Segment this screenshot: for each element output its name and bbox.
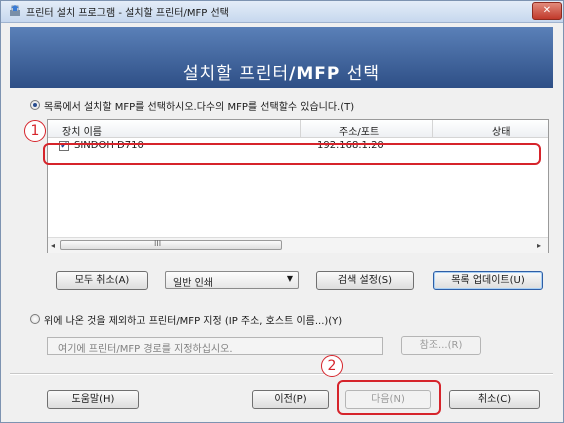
highlight-box-next-button	[337, 380, 441, 415]
printer-path-field[interactable]: 여기에 프린터/MFP 경로를 지정하십시오.	[47, 337, 383, 355]
select-from-list-label: 목록에서 설치할 MFP를 선택하시오.다수의 MFP를 선택할수 있습니다.(…	[44, 102, 355, 113]
printer-path-placeholder: 여기에 프린터/MFP 경로를 지정하십시오.	[58, 344, 233, 355]
page-title-bold: /MFP	[289, 64, 341, 84]
manual-printer-label: 위에 나온 것을 제외하고 프린터/MFP 지정 (IP 주소, 호스트 이름.…	[44, 316, 343, 327]
scroll-grip-icon: III	[154, 239, 162, 248]
column-divider	[300, 120, 301, 137]
dropdown-arrow-icon: ▼	[286, 274, 293, 283]
footer-divider	[10, 373, 553, 375]
search-settings-button[interactable]: 검색 설정(S)	[316, 271, 414, 290]
highlight-box-device-row	[43, 143, 541, 165]
header-banner: 설치할 프린터/MFP 선택	[10, 27, 553, 88]
scrollbar-thumb[interactable]: III	[60, 239, 282, 250]
column-header-device-name[interactable]: 장치 이름	[62, 123, 102, 138]
page-title-prefix: 설치할 프린터	[182, 64, 290, 84]
cancel-button[interactable]: 취소(C)	[449, 390, 540, 409]
list-header: 장치 이름 주소/포트 상태	[48, 120, 548, 138]
device-list[interactable]: 장치 이름 주소/포트 상태 ✔ SINDOH D710 192.168.1.2…	[47, 119, 549, 253]
update-list-button[interactable]: 목록 업데이트(U)	[433, 271, 543, 290]
manual-printer-radio[interactable]	[30, 314, 40, 324]
browse-button[interactable]: 참조...(R)	[401, 336, 481, 355]
print-mode-value: 일반 인쇄	[173, 278, 213, 289]
select-from-list-radio[interactable]	[30, 100, 40, 110]
column-divider	[432, 120, 433, 137]
back-button[interactable]: 이전(P)	[252, 390, 329, 409]
installer-window: 프린터 설치 프로그램 - 설치할 프린터/MFP 선택 ✕ 설치할 프린터/M…	[0, 0, 564, 423]
column-header-address-port[interactable]: 주소/포트	[339, 123, 379, 138]
close-button[interactable]: ✕	[532, 2, 562, 20]
column-header-status[interactable]: 상태	[492, 123, 510, 138]
window-title: 프린터 설치 프로그램 - 설치할 프린터/MFP 선택	[26, 8, 229, 19]
scroll-right-icon[interactable]: ▸	[537, 241, 541, 250]
callout-marker-1: 1	[24, 120, 46, 142]
help-button[interactable]: 도움말(H)	[47, 390, 139, 409]
print-mode-select[interactable]: 일반 인쇄 ▼	[165, 271, 299, 289]
scroll-left-icon[interactable]: ◂	[51, 241, 55, 250]
page-title: 설치할 프린터/MFP 선택	[10, 59, 553, 84]
callout-marker-2: 2	[321, 355, 343, 377]
cancel-all-button[interactable]: 모두 취소(A)	[56, 271, 148, 290]
installer-app-icon	[10, 5, 20, 16]
horizontal-scrollbar[interactable]: ◂ III ▸	[48, 237, 548, 253]
title-bar: 프린터 설치 프로그램 - 설치할 프린터/MFP 선택 ✕	[1, 1, 563, 23]
page-title-suffix: 선택	[340, 64, 381, 84]
